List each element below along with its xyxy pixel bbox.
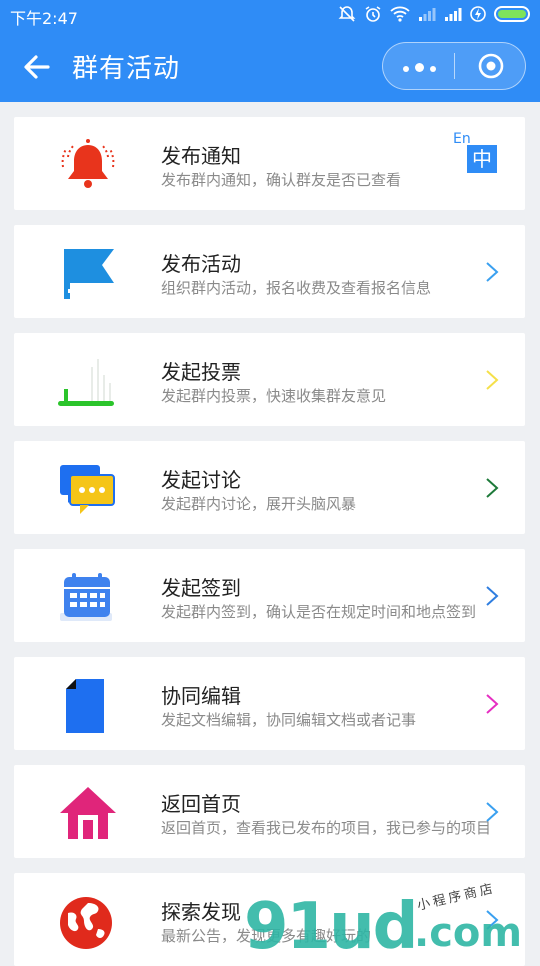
more-dots-icon: [400, 57, 439, 76]
flag-icon: [58, 245, 118, 303]
list-item-activity[interactable]: 发布活动 组织群内活动，报名收费及查看报名信息: [14, 225, 525, 318]
close-mini-program-button[interactable]: [455, 43, 527, 89]
list-item-vote[interactable]: 发起投票 发起群内投票，快速收集群友意见: [14, 333, 525, 426]
back-button[interactable]: [20, 50, 54, 84]
top-bar: 下午2:47 群有活动: [0, 0, 540, 102]
chevron-right-icon: [486, 262, 499, 282]
mini-program-capsule: [382, 42, 526, 90]
item-description: 发起群内投票，快速收集群友意见: [161, 387, 387, 405]
nav-bar: 群有活动: [0, 30, 540, 102]
item-description: 发起文档编辑，协同编辑文档或者记事: [161, 711, 417, 729]
battery-icon: [494, 6, 530, 22]
item-description: 组织群内活动，报名收费及查看报名信息: [161, 279, 432, 297]
list-item-checkin[interactable]: 发起签到 发起群内签到，确认是否在规定时间和地点签到: [14, 549, 525, 642]
vote-icon: [58, 353, 118, 411]
charging-icon: [470, 5, 486, 23]
translate-zh-label: 中: [467, 145, 497, 173]
chevron-right-icon: [486, 478, 499, 498]
target-close-icon: [478, 53, 504, 79]
bell-icon: [58, 137, 118, 195]
list-item-discussion[interactable]: 发起讨论 发起群内讨论，展开头脑风暴: [14, 441, 525, 534]
calendar-icon: [58, 569, 118, 627]
item-title: 探索发现: [161, 900, 241, 924]
item-title: 发布通知: [161, 144, 241, 168]
item-description: 发起群内签到，确认是否在规定时间和地点签到: [161, 603, 477, 621]
chevron-right-icon: [486, 370, 499, 390]
document-icon: [58, 677, 118, 735]
list-item-explore[interactable]: 探索发现 最新公告，发现更多有趣好玩的: [14, 873, 525, 966]
signal-full-icon: [444, 5, 462, 23]
chevron-right-icon: [486, 586, 499, 606]
chevron-right-icon: [486, 910, 499, 930]
globe-icon: [58, 893, 118, 951]
item-title: 协同编辑: [161, 684, 241, 708]
item-description: 发布群内通知，确认群友是否已查看: [161, 171, 402, 189]
more-menu-button[interactable]: [383, 43, 455, 89]
chevron-right-icon: [486, 694, 499, 714]
status-bar: 下午2:47: [0, 0, 540, 30]
item-title: 发起签到: [161, 576, 241, 600]
alarm-icon: [364, 5, 382, 23]
page-title: 群有活动: [72, 54, 181, 84]
item-description: 最新公告，发现更多有趣好玩的: [161, 927, 372, 945]
item-title: 返回首页: [161, 792, 241, 816]
status-time: 下午2:47: [10, 9, 78, 28]
mute-icon: [338, 5, 356, 23]
item-description: 返回首页，查看我已发布的项目，我已参与的项目: [161, 819, 492, 837]
chevron-right-icon: [486, 802, 499, 822]
signal-weak-icon: [418, 5, 436, 23]
translate-badge[interactable]: En 中: [453, 131, 497, 173]
chat-bubbles-icon: [58, 461, 118, 519]
status-icons: [338, 5, 530, 23]
list-item-notice[interactable]: 发布通知 发布群内通知，确认群友是否已查看 En 中: [14, 117, 525, 210]
home-icon: [58, 785, 118, 843]
item-title: 发起讨论: [161, 468, 241, 492]
item-title: 发起投票: [161, 360, 241, 384]
item-description: 发起群内讨论，展开头脑风暴: [161, 495, 357, 513]
item-title: 发布活动: [161, 252, 241, 276]
back-arrow-icon: [24, 55, 50, 79]
list-item-home[interactable]: 返回首页 返回首页，查看我已发布的项目，我已参与的项目: [14, 765, 525, 858]
list-item-collab-edit[interactable]: 协同编辑 发起文档编辑，协同编辑文档或者记事: [14, 657, 525, 750]
wifi-icon: [390, 5, 410, 23]
